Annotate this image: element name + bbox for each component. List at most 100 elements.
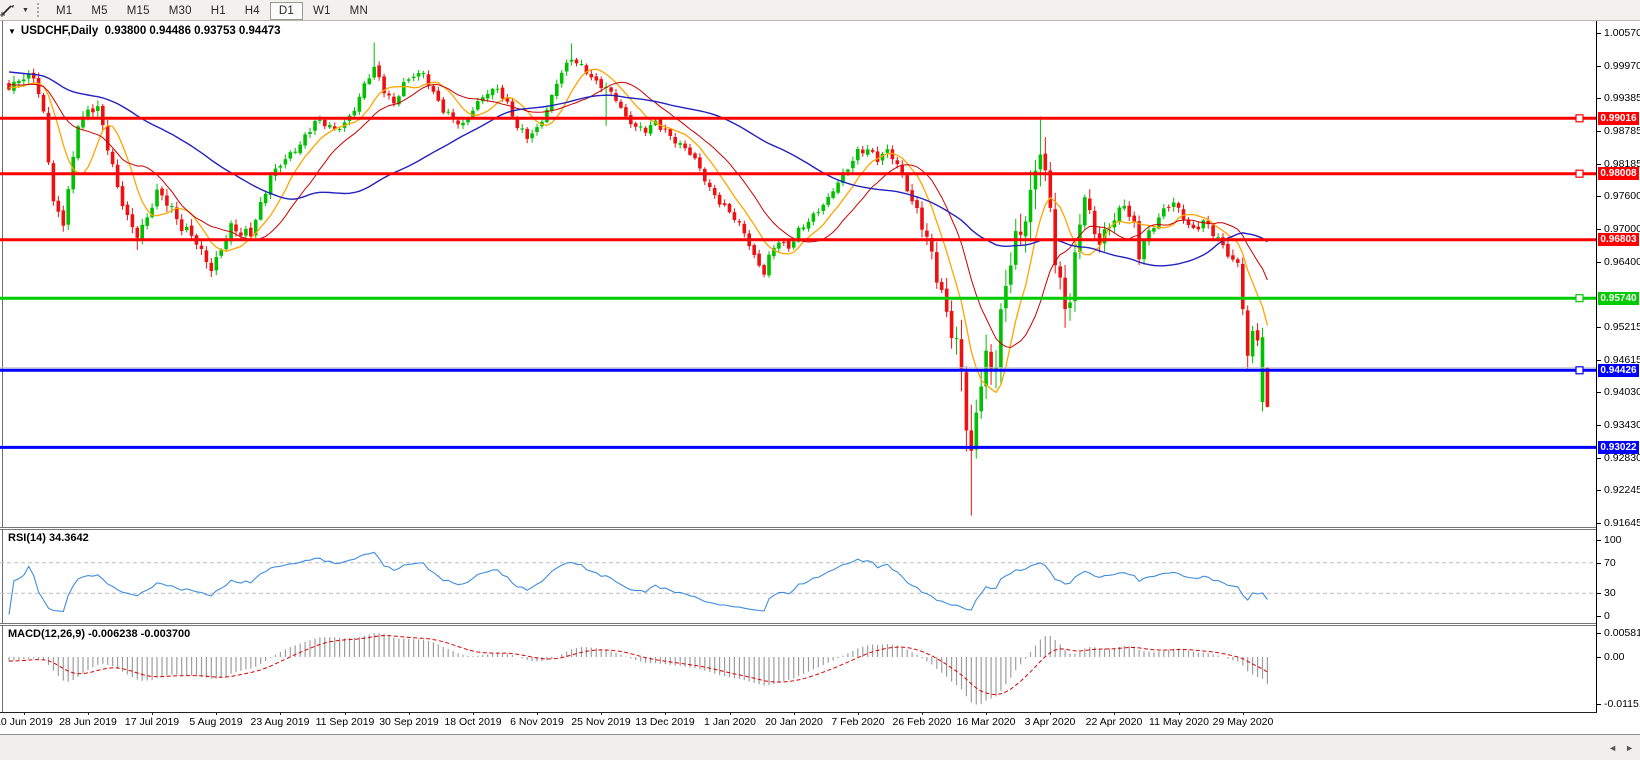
- date-label: 25 Nov 2019: [571, 716, 631, 728]
- macd-tick-dash: [1597, 633, 1601, 634]
- rsi-tick-label: 70: [1604, 557, 1616, 569]
- price-badge-0.93022: 0.93022: [1598, 441, 1639, 454]
- hline-handle-0.98008[interactable]: [1576, 170, 1583, 177]
- macd-signal-line: [9, 636, 1267, 695]
- rsi-line: [9, 552, 1267, 614]
- date-tick: [409, 712, 410, 715]
- date-tick: [216, 712, 217, 715]
- date-label: 3 Apr 2020: [1025, 716, 1076, 728]
- date-label: 20 Jan 2020: [765, 716, 823, 728]
- date-label: 11 Sep 2019: [316, 716, 375, 728]
- rsi-tick-label: 30: [1604, 587, 1616, 599]
- macd-tick-label: -0.011514: [1604, 698, 1640, 710]
- date-tick: [922, 712, 923, 715]
- price-tick-dash: [1597, 458, 1601, 459]
- price-tick-label: 0.94030: [1604, 386, 1640, 398]
- macd-tick-label: 0.005818: [1604, 627, 1640, 639]
- tab-scroll-arrows: ◄ ►: [1608, 735, 1634, 760]
- tf-button-D1[interactable]: D1: [270, 2, 303, 20]
- candles-layer: [7, 42, 1269, 515]
- date-tick: [794, 712, 795, 715]
- date-label: 7 Feb 2020: [831, 716, 884, 728]
- tf-button-H4[interactable]: H4: [236, 2, 269, 20]
- price-tick-label: 0.93430: [1604, 419, 1640, 431]
- chart-title: ▼USDCHF,Daily 0.93800 0.94486 0.93753 0.…: [8, 25, 281, 37]
- price-tick-label: 0.95215: [1604, 321, 1640, 333]
- tool-dropdown-icon[interactable]: ▼: [22, 7, 29, 14]
- price-tick-dash: [1597, 490, 1601, 491]
- date-tick: [152, 712, 153, 715]
- timeframe-buttons: M1M5M15M30H1H4D1W1MN: [47, 1, 378, 20]
- time-scale[interactable]: 10 Jun 201928 Jun 201917 Jul 20195 Aug 2…: [0, 714, 1597, 733]
- date-label: 29 May 2020: [1213, 716, 1274, 728]
- tf-button-M30[interactable]: M30: [160, 2, 201, 20]
- price-tick-dash: [1597, 164, 1601, 165]
- date-tick: [601, 712, 602, 715]
- macd-tick-label: 0.00: [1604, 651, 1624, 663]
- price-tick-dash: [1597, 360, 1601, 361]
- rsi-tick-dash: [1597, 540, 1601, 541]
- price-tick-label: 0.96400: [1604, 256, 1640, 268]
- date-tick: [1243, 712, 1244, 715]
- tf-button-H1[interactable]: H1: [202, 2, 235, 20]
- trading-terminal-window: ▼ M1M5M15M30H1H4D1W1MN ▼USDCHF,Daily 0.9…: [0, 0, 1640, 760]
- price-tick-dash: [1597, 131, 1601, 132]
- date-tick: [986, 712, 987, 715]
- price-scale[interactable]: 1.005700.999700.993850.987850.981850.976…: [1597, 21, 1640, 712]
- date-tick: [730, 712, 731, 715]
- date-tick: [280, 712, 281, 715]
- date-label: 18 Oct 2019: [444, 716, 501, 728]
- price-badge-0.99016: 0.99016: [1598, 112, 1639, 125]
- price-tick-dash: [1597, 262, 1601, 263]
- ma-mid-line: [9, 82, 1267, 347]
- date-tick: [858, 712, 859, 715]
- tf-button-M1[interactable]: M1: [47, 2, 81, 20]
- hline-handle-0.95740[interactable]: [1576, 295, 1583, 302]
- price-tick-label: 0.91645: [1604, 517, 1640, 529]
- rsi-tick-dash: [1597, 616, 1601, 617]
- date-label: 13 Dec 2019: [635, 716, 695, 728]
- date-tick: [24, 712, 25, 715]
- date-label: 26 Feb 2020: [893, 716, 952, 728]
- rsi-label: RSI(14) 34.3642: [8, 532, 89, 544]
- price-badge-0.95740: 0.95740: [1598, 292, 1639, 305]
- price-tick-dash: [1597, 425, 1601, 426]
- price-tick-dash: [1597, 98, 1601, 99]
- time-axis-line: [0, 712, 1597, 713]
- crosshair-pen-tool-icon[interactable]: [4, 3, 20, 17]
- tf-button-MN[interactable]: MN: [341, 2, 377, 20]
- date-label: 6 Nov 2019: [510, 716, 564, 728]
- price-tick-label: 0.92245: [1604, 484, 1640, 496]
- macd-indicator-canvas[interactable]: [0, 626, 1597, 712]
- price-chart-canvas[interactable]: [0, 21, 1597, 528]
- timeframe-toolbar: ▼ M1M5M15M30H1H4D1W1MN: [0, 0, 1640, 21]
- price-tick-dash: [1597, 196, 1601, 197]
- chart-ohlc-values: 0.93800 0.94486 0.93753 0.94473: [105, 25, 281, 37]
- symbol-dropdown-icon[interactable]: ▼: [8, 27, 16, 36]
- date-tick: [473, 712, 474, 715]
- tf-button-M15[interactable]: M15: [118, 2, 159, 20]
- rsi-indicator-canvas[interactable]: [0, 530, 1597, 624]
- date-label: 30 Sep 2019: [379, 716, 439, 728]
- macd-tick-dash: [1597, 657, 1601, 658]
- date-label: 11 May 2020: [1149, 716, 1209, 728]
- price-tick-label: 1.00570: [1604, 27, 1640, 39]
- rsi-tick-dash: [1597, 593, 1601, 594]
- price-tick-label: 0.98785: [1604, 125, 1640, 137]
- rsi-tick-label: 100: [1604, 534, 1622, 546]
- tf-button-M5[interactable]: M5: [82, 2, 116, 20]
- macd-histogram: [9, 633, 1267, 705]
- date-label: 22 Apr 2020: [1086, 716, 1143, 728]
- price-tick-dash: [1597, 523, 1601, 524]
- date-tick: [1050, 712, 1051, 715]
- date-label: 10 Jun 2019: [0, 716, 53, 728]
- tf-button-W1[interactable]: W1: [304, 2, 340, 20]
- macd-tick-dash: [1597, 704, 1601, 705]
- price-tick-dash: [1597, 66, 1601, 67]
- tab-scroll-right-icon[interactable]: ►: [1625, 743, 1634, 753]
- date-tick: [1179, 712, 1180, 715]
- hline-handle-0.94426[interactable]: [1576, 367, 1583, 374]
- hline-handle-0.99016[interactable]: [1576, 115, 1583, 122]
- tab-scroll-left-icon[interactable]: ◄: [1608, 743, 1617, 753]
- price-tick-dash: [1597, 392, 1601, 393]
